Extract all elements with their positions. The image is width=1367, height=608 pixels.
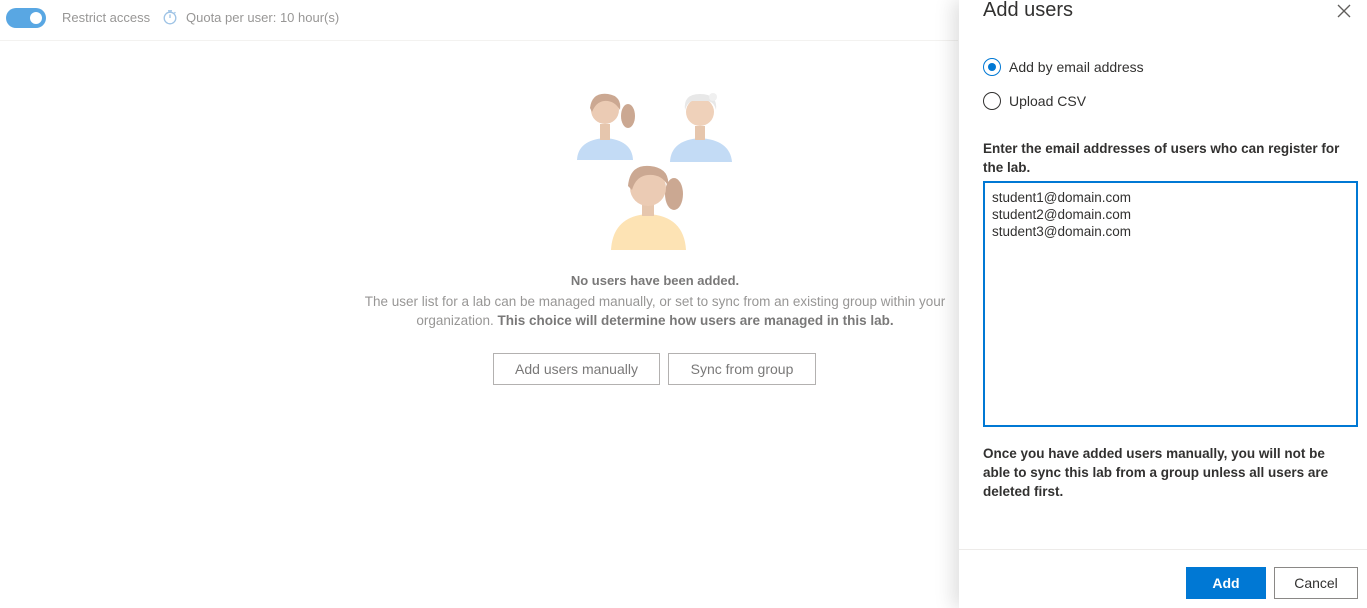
radio-add-by-email[interactable] <box>983 58 1001 76</box>
radio-upload-csv[interactable] <box>983 92 1001 110</box>
option-upload-csv-label: Upload CSV <box>1009 93 1087 109</box>
manual-add-warning: Once you have added users manually, you … <box>983 446 1329 499</box>
add-button[interactable]: Add <box>1186 567 1266 599</box>
footer-divider <box>959 549 1367 550</box>
page: Restrict access Quota per user: 10 hour(… <box>0 0 1367 608</box>
option-add-by-email[interactable]: Add by email address <box>983 57 1144 77</box>
cancel-button[interactable]: Cancel <box>1274 567 1358 599</box>
panel-overlay[interactable] <box>0 0 959 608</box>
email-addresses-label: Enter the email addresses of users who c… <box>983 141 1340 175</box>
panel-title: Add users <box>983 0 1074 21</box>
email-addresses-input[interactable] <box>983 181 1358 427</box>
option-add-by-email-label: Add by email address <box>1009 59 1144 75</box>
option-upload-csv[interactable]: Upload CSV <box>983 91 1086 111</box>
add-users-panel: Add users Add by email address Upload CS… <box>959 0 1367 608</box>
close-panel-button[interactable] <box>1335 2 1353 20</box>
close-icon <box>1337 4 1351 18</box>
